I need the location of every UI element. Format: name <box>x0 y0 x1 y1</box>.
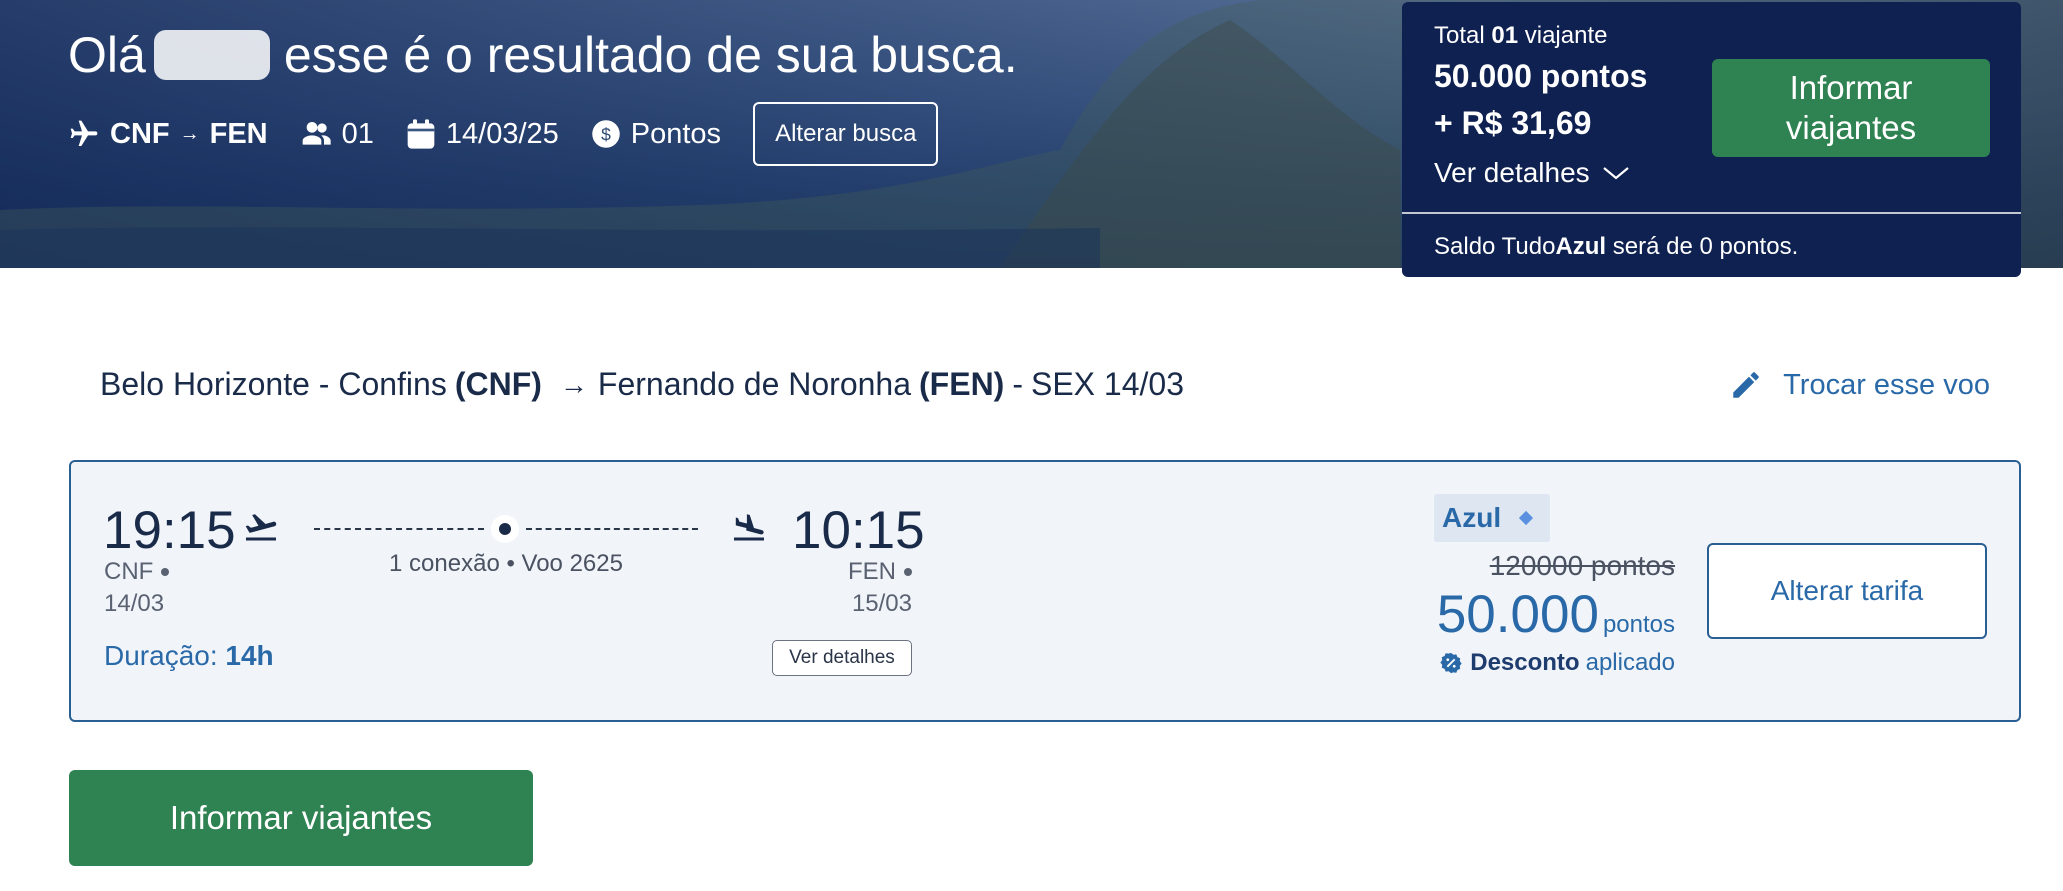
change-flight-label: Trocar esse voo <box>1783 368 1990 401</box>
total-cash: + R$ 31,69 <box>1434 105 1592 141</box>
discount-applied: Desconto aplicado <box>1440 649 1675 677</box>
fare-brand-label: Azul <box>1442 502 1502 533</box>
travelers-count: 01 <box>1491 22 1519 49</box>
arrival-time: 10:15 <box>792 501 925 560</box>
inform-travelers-button[interactable]: Informar viajantes <box>69 770 533 866</box>
duration-label: Duração: <box>104 640 218 671</box>
arrival-date: 15/03 <box>851 590 912 617</box>
payment-summary: $ Pontos <box>591 118 721 151</box>
total-points: 50.000 pontos <box>1434 58 1648 94</box>
route-summary: CNF → FEN <box>68 118 268 151</box>
connection-stop-marker <box>491 515 519 543</box>
departure-code-wrap: CNF <box>104 558 170 586</box>
pencil-icon <box>1733 372 1759 398</box>
total-label: Total <box>1434 22 1485 49</box>
saldo-prefix: Saldo Tudo <box>1434 233 1556 260</box>
arrival-dot <box>904 568 912 576</box>
diamond-icon <box>1519 510 1534 526</box>
saldo-suffix: será de 0 pontos. <box>1612 233 1799 260</box>
duration-value: 14h <box>225 640 274 671</box>
payment-type: Pontos <box>630 117 722 150</box>
flight-details-button[interactable]: Ver detalhes <box>772 640 912 676</box>
svg-text:$: $ <box>601 124 611 144</box>
change-fare-button[interactable]: Alterar tarifa <box>1707 543 1987 639</box>
origin-city-code: (CNF) <box>454 366 542 402</box>
coin-icon: $ <box>592 120 620 148</box>
departure-time: 19:15 <box>103 501 236 560</box>
origin-code: CNF <box>110 117 170 150</box>
summary-details-link[interactable]: Ver detalhes <box>1434 157 1630 189</box>
greeting-prefix: Olá <box>68 27 146 83</box>
travelers-label: viajante <box>1524 22 1608 49</box>
arrival-code-wrap: FEN <box>848 558 912 586</box>
departure-dot <box>161 568 170 576</box>
passengers-summary: 01 <box>300 118 374 151</box>
price-value: 50.000 <box>1436 585 1599 644</box>
booking-summary-panel: Total 01 viajante 50.000 pontos + R$ 31,… <box>1402 2 2021 277</box>
summary-details-label: Ver detalhes <box>1434 157 1590 188</box>
discount-suffix: aplicado <box>1585 649 1675 676</box>
flight-card[interactable]: 19:15 CNF 14/03 Duração: 14h 1 conexão •… <box>69 460 2021 722</box>
discount-label: Desconto <box>1470 649 1580 676</box>
total-travelers: Total 01 viajante <box>1434 22 1607 50</box>
summary-divider <box>1402 212 2021 214</box>
flight-duration: Duração: 14h <box>104 640 274 672</box>
takeoff-icon <box>245 514 277 541</box>
destination-code: FEN <box>209 117 268 150</box>
redacted-user-name <box>153 30 270 80</box>
discount-badge-icon <box>1440 652 1462 674</box>
route-heading-arrow: → <box>559 368 588 400</box>
alter-search-button[interactable]: Alterar busca <box>753 102 939 166</box>
route-separator: - <box>1012 366 1023 402</box>
date-summary: 14/03/25 <box>406 118 559 151</box>
chevron-down-icon <box>1602 167 1629 180</box>
price-unit: pontos <box>1602 611 1675 638</box>
departure-code: CNF <box>104 558 154 585</box>
inform-travelers-button-top[interactable]: Informar viajantes <box>1712 59 1990 157</box>
people-icon <box>302 122 331 145</box>
origin-city: Belo Horizonte - Confins <box>100 366 447 402</box>
calendar-icon <box>407 119 435 149</box>
search-date: 14/03/25 <box>445 117 559 150</box>
arrival-code: FEN <box>848 558 896 585</box>
airplane-icon <box>70 120 98 146</box>
greeting-suffix: esse é o resultado de sua busca. <box>283 27 1018 83</box>
saldo-text: Saldo TudoAzul será de 0 pontos. <box>1434 233 1798 261</box>
connection-info: 1 conexão • Voo 2625 <box>389 550 623 577</box>
passengers-count: 01 <box>341 117 374 150</box>
search-summary: CNF → FEN 01 14/03/25 $ Pontos Alterar b… <box>68 102 939 166</box>
change-flight-link[interactable]: Trocar esse voo <box>1729 368 1990 402</box>
route-heading: Belo Horizonte - Confins (CNF) → Fernand… <box>100 366 1184 403</box>
greeting-heading: Olá esse é o resultado de sua busca. <box>68 26 1018 84</box>
destination-city-code: (FEN) <box>919 366 1005 402</box>
discounted-price: 50.000 pontos <box>1437 584 1675 645</box>
fare-brand-badge: Azul <box>1434 494 1550 542</box>
route-line-left <box>314 528 484 530</box>
destination-city: Fernando de Noronha <box>597 366 912 402</box>
original-price: 120000 pontos <box>1489 550 1675 581</box>
route-arrow: → <box>179 122 200 145</box>
departure-date: 14/03 <box>104 590 165 617</box>
flight-day-date: SEX 14/03 <box>1030 366 1184 402</box>
saldo-brand: Azul <box>1555 233 1607 260</box>
landing-icon <box>734 514 764 541</box>
route-line-right <box>526 528 698 530</box>
